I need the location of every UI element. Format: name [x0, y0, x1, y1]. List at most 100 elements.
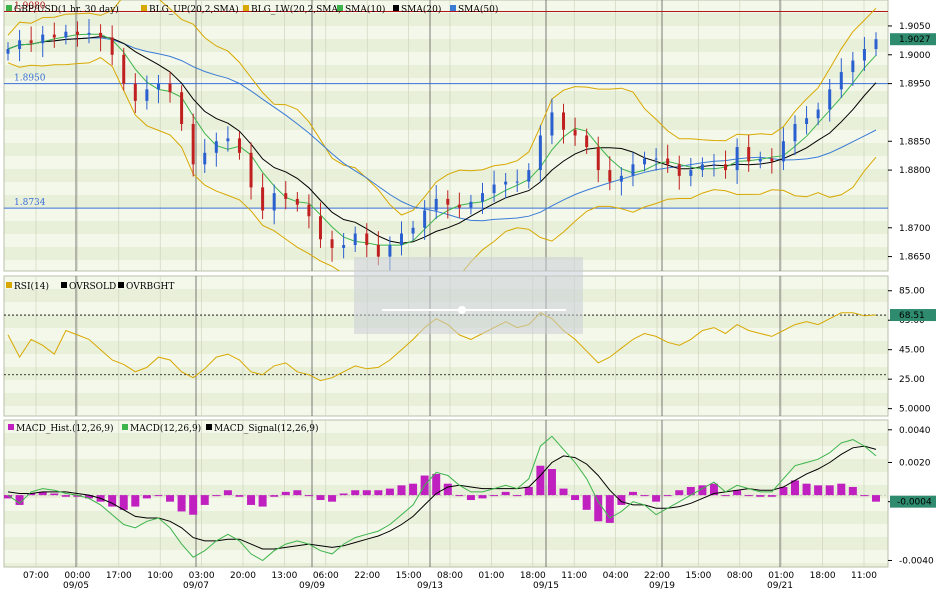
candle-body — [295, 198, 299, 205]
macd-histogram-bar — [721, 495, 730, 497]
macd-histogram-bar — [316, 495, 325, 501]
price-axis-label: 1.8700 — [899, 224, 931, 234]
candle-body — [376, 245, 380, 257]
macd-histogram-bar — [814, 485, 823, 496]
macd-histogram-bar — [571, 495, 580, 501]
macd-histogram-bar — [119, 495, 128, 510]
macd-histogram-bar — [189, 495, 198, 515]
candle-body — [330, 239, 334, 248]
macd-histogram-bar — [790, 480, 799, 496]
time-axis-label: 13:00 — [271, 571, 297, 581]
macd-histogram-bar — [675, 490, 684, 496]
candle-body — [399, 233, 403, 246]
date-axis-label: 09/13 — [417, 581, 443, 591]
background-band — [4, 446, 888, 459]
background-band — [4, 341, 888, 354]
macd-histogram-bar — [872, 495, 880, 502]
macd-histogram-bar — [50, 493, 59, 496]
loading-slider-knob — [458, 306, 466, 314]
macd-histogram-bar — [374, 490, 383, 496]
candle-body — [342, 245, 346, 248]
macd-histogram-bar — [837, 483, 846, 496]
time-axis-label: 18:00 — [810, 571, 836, 581]
legend-swatch — [206, 424, 212, 430]
time-axis-label: 11:00 — [851, 571, 877, 581]
candle-body — [180, 92, 184, 124]
macd-histogram-bar — [281, 491, 290, 496]
macd-histogram-bar — [304, 495, 313, 497]
candle-body — [145, 89, 149, 101]
candle-body — [29, 40, 33, 44]
level-label: 1.8950 — [14, 74, 46, 84]
background-band — [4, 393, 888, 406]
macd-histogram-bar — [605, 495, 614, 523]
rsi-current-label: 68.51 — [899, 311, 925, 321]
candle-body — [712, 164, 716, 166]
macd-histogram-bar — [536, 465, 545, 496]
candle-body — [839, 72, 843, 90]
legend-swatch — [8, 424, 14, 430]
macd-histogram-bar — [617, 495, 626, 505]
macd-histogram-bar — [652, 495, 661, 502]
candle-body — [851, 60, 855, 73]
date-axis-label: 09/09 — [299, 581, 325, 591]
time-axis-label: 06:00 — [313, 571, 339, 581]
macd-histogram-bar — [663, 495, 672, 497]
macd-axis-label: 0.0040 — [899, 426, 931, 436]
legend-swatch — [122, 424, 128, 430]
background-band — [4, 26, 888, 39]
legend-label: MACD_Signal(12,26,9) — [214, 423, 319, 434]
macd-histogram-bar — [860, 495, 869, 497]
macd-histogram-bar — [223, 490, 232, 496]
price-axis-label: 1.8950 — [899, 80, 931, 90]
background-band — [4, 380, 888, 393]
date-axis-label: 09/19 — [649, 581, 675, 591]
candle-body — [654, 158, 658, 160]
macd-histogram-bar — [802, 483, 811, 496]
candle-body — [87, 32, 91, 35]
rsi-axis-label: 5.0000 — [899, 405, 931, 415]
date-axis-label: 09/07 — [183, 581, 209, 591]
legend-label: SMA(50) — [458, 4, 498, 15]
macd-histogram-bar — [212, 495, 221, 497]
background-band — [4, 182, 888, 195]
candle-body — [608, 170, 612, 182]
time-axis-label: 08:00 — [437, 571, 463, 581]
legend-label: BLG_LW(20,2,SMA) — [251, 4, 342, 15]
background-band — [4, 117, 888, 130]
chart-svg: 1.90801.89501.8734 1.90501.90001.89501.8… — [3, 0, 936, 591]
background-band — [4, 459, 888, 472]
candle-body — [643, 158, 647, 165]
candle-body — [481, 193, 485, 202]
background-band — [4, 130, 888, 143]
candle-body — [6, 49, 10, 54]
macd-histogram-bar — [501, 491, 510, 496]
macd-histogram-bar — [756, 495, 765, 497]
candle-body — [226, 138, 230, 142]
candle-body — [156, 83, 160, 90]
time-axis-label: 17:00 — [106, 571, 132, 581]
candle-body — [353, 233, 357, 246]
candle-body — [758, 158, 762, 162]
macd-histogram-bar — [61, 495, 70, 497]
macd-axis-label: -0.0040 — [899, 556, 934, 566]
macd-histogram-bar — [848, 486, 857, 496]
macd-histogram-bar — [455, 495, 464, 497]
background-band — [4, 52, 888, 65]
macd-histogram-bar — [559, 488, 568, 496]
candle-body — [18, 40, 22, 50]
candle-body — [596, 147, 600, 171]
candle-body — [816, 109, 820, 119]
candle-body — [284, 193, 288, 199]
candle-body — [203, 152, 207, 165]
macd-histogram-bar — [177, 495, 186, 512]
candle-body — [781, 141, 785, 162]
rsi-axis-label: 25.00 — [899, 375, 925, 385]
macd-histogram-bar — [270, 495, 279, 497]
candle-body — [504, 181, 508, 185]
background-band — [4, 472, 888, 485]
macd-histogram-bar — [166, 495, 175, 502]
macd-histogram-bar — [247, 495, 256, 505]
price-axis-label: 1.9000 — [899, 51, 931, 61]
candle-body — [272, 193, 276, 211]
